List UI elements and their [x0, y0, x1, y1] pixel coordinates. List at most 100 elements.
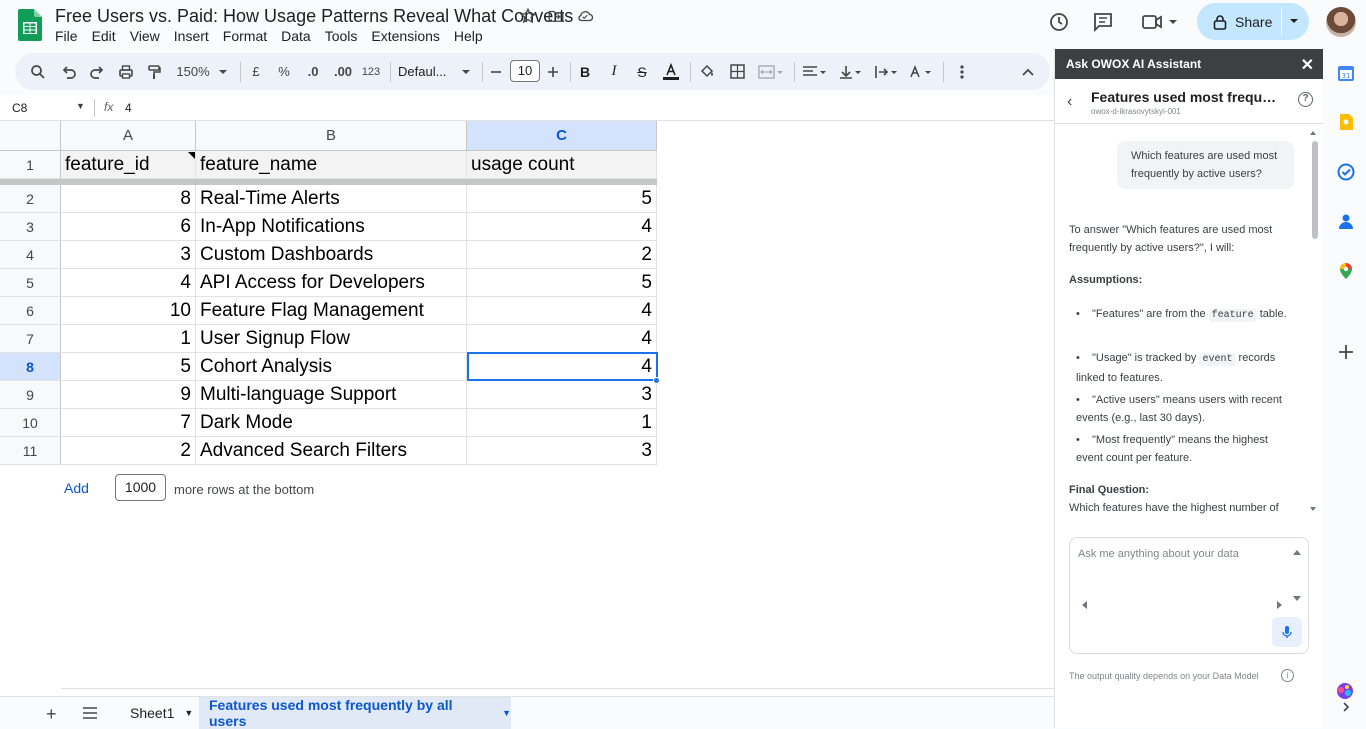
print-icon[interactable] — [115, 53, 137, 90]
menu-data[interactable]: Data — [281, 28, 317, 44]
cell-feature-id[interactable]: 1 — [61, 325, 196, 353]
menu-insert[interactable]: Insert — [174, 28, 215, 44]
cell-feature-id[interactable]: 9 — [61, 381, 196, 409]
menu-help[interactable]: Help — [454, 28, 489, 44]
row-header[interactable]: 3 — [0, 213, 61, 241]
back-chevron-icon[interactable]: ‹ — [1067, 93, 1072, 111]
input-hscroll-arrows-icon[interactable] — [1080, 600, 1284, 610]
spreadsheet-grid[interactable]: A B C 1 feature_id feature_name usage count… — [0, 121, 1054, 696]
undo-icon[interactable] — [58, 53, 80, 90]
cell-feature-id[interactable]: 10 — [61, 297, 196, 325]
menu-format[interactable]: Format — [223, 28, 273, 44]
share-button[interactable]: Share — [1197, 3, 1309, 40]
document-title[interactable]: Free Users vs. Paid: How Usage Patterns … — [55, 6, 573, 27]
text-rotation-icon[interactable] — [907, 53, 937, 90]
row-header[interactable]: 5 — [0, 269, 61, 297]
more-formats-button[interactable]: 123 — [359, 53, 383, 90]
row-header[interactable]: 8 — [0, 353, 61, 381]
add-sheet-icon[interactable]: + — [46, 704, 57, 725]
cell-feature-name[interactable]: In-App Notifications — [196, 213, 467, 241]
close-icon[interactable]: ✕ — [1301, 55, 1314, 75]
calendar-icon[interactable]: 31 — [1337, 64, 1355, 82]
text-color-icon[interactable] — [660, 53, 682, 90]
row-header[interactable]: 7 — [0, 325, 61, 353]
tasks-icon[interactable] — [1337, 163, 1355, 181]
font-chevron-down-icon[interactable] — [458, 53, 474, 90]
cell-usage-count[interactable]: 4 — [467, 297, 657, 325]
keep-icon[interactable] — [1337, 113, 1355, 131]
text-wrapping-icon[interactable] — [872, 53, 902, 90]
row-header[interactable]: 11 — [0, 437, 61, 465]
horizontal-align-icon[interactable] — [800, 53, 830, 90]
cell-feature-name[interactable]: User Signup Flow — [196, 325, 467, 353]
maps-icon[interactable] — [1337, 262, 1355, 280]
header-cell-feature-id[interactable]: feature_id — [61, 151, 196, 179]
row-header[interactable]: 4 — [0, 241, 61, 269]
contacts-icon[interactable] — [1337, 212, 1355, 230]
row-header[interactable]: 2 — [0, 185, 61, 213]
cloud-status-icon[interactable] — [576, 7, 594, 25]
cell-usage-count[interactable]: 5 — [467, 269, 657, 297]
tab-sheet1[interactable]: Sheet1 ▼ — [122, 697, 201, 729]
chat-input[interactable]: Ask me anything about your data — [1069, 537, 1309, 654]
strikethrough-icon[interactable]: S — [633, 53, 651, 90]
cell-feature-id[interactable]: 7 — [61, 409, 196, 437]
search-menus-icon[interactable] — [27, 53, 49, 90]
cell-usage-count[interactable]: 1 — [467, 409, 657, 437]
cell-usage-count[interactable]: 3 — [467, 381, 657, 409]
sheets-logo-icon[interactable] — [18, 9, 42, 41]
cell-feature-id[interactable]: 5 — [61, 353, 196, 381]
cell-usage-count[interactable]: 4 — [467, 353, 657, 381]
fill-color-icon[interactable] — [696, 53, 718, 90]
comments-icon[interactable] — [1091, 10, 1115, 34]
paint-format-icon[interactable] — [143, 53, 165, 90]
version-history-icon[interactable] — [1047, 10, 1071, 34]
cell-feature-name[interactable]: Advanced Search Filters — [196, 437, 467, 465]
decrease-decimal-button[interactable]: .0 — [302, 53, 324, 90]
cell-feature-name[interactable]: API Access for Developers — [196, 269, 467, 297]
tab-chevron-down-icon[interactable]: ▼ — [502, 708, 511, 718]
bold-icon[interactable]: B — [576, 53, 594, 90]
info-icon[interactable]: i — [1281, 669, 1294, 682]
column-header-a[interactable]: A — [61, 121, 196, 151]
frozen-row-divider[interactable] — [0, 179, 657, 185]
move-folder-icon[interactable] — [547, 7, 565, 25]
merge-cells-icon[interactable] — [756, 53, 786, 90]
star-icon[interactable] — [519, 7, 537, 25]
add-rows-button[interactable]: Add — [64, 480, 89, 496]
select-all-corner[interactable] — [0, 121, 61, 151]
formula-input[interactable]: 4 — [125, 101, 132, 115]
menu-file[interactable]: File — [55, 28, 84, 44]
header-cell-usage-count[interactable]: usage count — [467, 151, 657, 179]
cell-feature-name[interactable]: Multi-language Support — [196, 381, 467, 409]
borders-icon[interactable] — [726, 53, 748, 90]
input-scroll-arrows-icon[interactable] — [1292, 548, 1302, 608]
increase-font-size-icon[interactable] — [544, 53, 562, 90]
percent-format-button[interactable]: % — [275, 53, 293, 90]
tab-features-used[interactable]: Features used most frequently by all use… — [199, 697, 511, 729]
row-header[interactable]: 9 — [0, 381, 61, 409]
fill-handle[interactable] — [653, 377, 660, 384]
hide-menus-chevron-up-icon[interactable] — [1017, 53, 1039, 90]
name-box[interactable]: C8 — [12, 101, 27, 115]
tab-chevron-down-icon[interactable]: ▼ — [184, 708, 193, 718]
cell-feature-id[interactable]: 8 — [61, 185, 196, 213]
menu-view[interactable]: View — [130, 28, 166, 44]
meet-chevron-down-icon[interactable] — [1166, 10, 1180, 34]
cell-feature-name[interactable]: Custom Dashboards — [196, 241, 467, 269]
cell-feature-name[interactable]: Real-Time Alerts — [196, 185, 467, 213]
column-header-b[interactable]: B — [196, 121, 467, 151]
all-sheets-menu-icon[interactable] — [82, 707, 98, 719]
row-header[interactable]: 1 — [0, 151, 61, 179]
cell-usage-count[interactable]: 4 — [467, 325, 657, 353]
cell-feature-id[interactable]: 3 — [61, 241, 196, 269]
zoom-select[interactable]: 150% — [173, 53, 213, 90]
vertical-align-icon[interactable] — [837, 53, 867, 90]
menu-tools[interactable]: Tools — [325, 28, 364, 44]
italic-icon[interactable]: I — [605, 53, 623, 90]
cell-usage-count[interactable]: 5 — [467, 185, 657, 213]
expand-chevron-icon[interactable] — [1340, 701, 1352, 713]
cell-feature-name[interactable]: Cohort Analysis — [196, 353, 467, 381]
row-header[interactable]: 6 — [0, 297, 61, 325]
cell-feature-id[interactable]: 2 — [61, 437, 196, 465]
